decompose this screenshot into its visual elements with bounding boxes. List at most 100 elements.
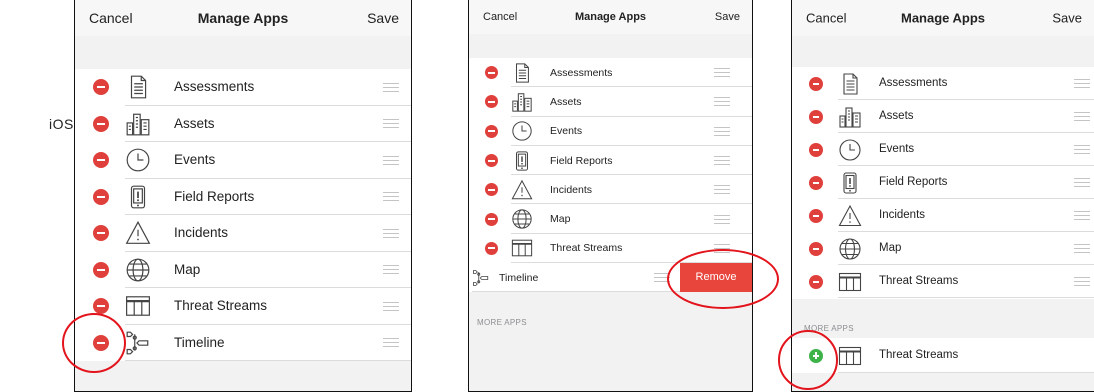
item-label: Timeline — [499, 271, 539, 284]
list-item[interactable]: Assessments — [792, 67, 1094, 100]
more-apps-header: MORE APPS — [477, 318, 527, 327]
globe-icon — [511, 208, 533, 235]
table-icon — [125, 293, 151, 324]
delete-button[interactable] — [93, 261, 109, 278]
reorder-handle-icon[interactable] — [383, 265, 399, 277]
delete-button[interactable] — [485, 154, 498, 168]
reorder-handle-icon[interactable] — [714, 214, 730, 227]
reorder-handle-icon[interactable] — [714, 185, 730, 197]
page-title: Manage Apps — [900, 10, 986, 26]
list-item[interactable]: Incidents — [792, 199, 1094, 232]
reorder-handle-icon[interactable] — [714, 68, 730, 80]
delete-button[interactable] — [809, 208, 823, 223]
reorder-handle-icon[interactable] — [383, 82, 399, 95]
save-button[interactable]: Save — [367, 10, 399, 26]
nav-bar: Cancel Manage Apps Save — [75, 0, 411, 36]
reorder-handle-icon[interactable] — [1074, 178, 1090, 190]
assessment-icon — [838, 72, 862, 101]
reorder-handle-icon[interactable] — [1074, 112, 1090, 124]
item-label: Threat Streams — [174, 298, 268, 314]
delete-button[interactable] — [809, 76, 823, 91]
delete-button[interactable] — [93, 188, 109, 205]
page-title: Manage Apps — [574, 11, 647, 23]
delete-button[interactable] — [485, 66, 498, 80]
list-item[interactable]: Events — [792, 133, 1094, 166]
list-item[interactable]: Events — [75, 142, 411, 179]
list-item[interactable]: Incidents — [469, 175, 752, 205]
item-label: Map — [550, 213, 571, 226]
item-label: Events — [174, 152, 216, 168]
delete-button[interactable] — [809, 274, 823, 289]
list-item[interactable]: Incidents — [75, 215, 411, 252]
reorder-handle-icon[interactable] — [1074, 277, 1090, 289]
delete-button[interactable] — [485, 212, 498, 226]
delete-button[interactable] — [809, 241, 823, 256]
reorder-handle-icon[interactable] — [714, 126, 730, 139]
delete-button[interactable] — [93, 79, 109, 96]
buildings-icon — [125, 111, 151, 142]
reorder-handle-icon[interactable] — [1074, 145, 1090, 157]
delete-button[interactable] — [93, 115, 109, 132]
reorder-handle-icon[interactable] — [714, 156, 730, 168]
item-label: Assessments — [174, 79, 255, 95]
list-item[interactable]: Assessments — [75, 69, 411, 106]
globe-icon — [125, 257, 151, 288]
reorder-handle-icon[interactable] — [1074, 79, 1090, 91]
list-item[interactable]: Threat Streams — [792, 265, 1094, 298]
delete-button[interactable] — [93, 225, 109, 242]
reorder-handle-icon[interactable] — [383, 192, 399, 204]
reorder-handle-icon[interactable] — [383, 338, 399, 350]
highlight-circle — [778, 330, 838, 390]
list-item[interactable]: Assets — [75, 106, 411, 142]
table-icon — [838, 344, 862, 373]
buildings-icon — [511, 91, 533, 118]
save-button[interactable]: Save — [715, 11, 740, 23]
app-list: Assessments Assets Events Field Reports Inci… — [792, 67, 1094, 299]
warning-triangle-icon — [125, 220, 151, 251]
delete-button[interactable] — [485, 95, 498, 109]
item-label: Field Reports — [550, 154, 613, 167]
list-item[interactable]: Threat Streams — [75, 288, 411, 325]
list-item[interactable]: Field Reports — [469, 146, 752, 176]
item-label: Incidents — [174, 225, 229, 241]
delete-button[interactable] — [93, 298, 109, 315]
reorder-handle-icon[interactable] — [383, 301, 399, 314]
list-item[interactable]: Field Reports — [75, 179, 411, 215]
nav-bar: Cancel Manage Apps Save — [469, 0, 752, 34]
field-report-icon — [838, 171, 862, 200]
reorder-handle-icon[interactable] — [383, 119, 399, 131]
list-item[interactable]: Assets — [792, 100, 1094, 133]
save-button[interactable]: Save — [1052, 11, 1082, 26]
delete-button[interactable] — [809, 109, 823, 124]
platform-label: iOS — [49, 116, 74, 132]
item-label: Field Reports — [174, 188, 255, 204]
delete-button[interactable] — [809, 175, 823, 190]
item-label: Assessments — [879, 76, 948, 89]
reorder-handle-icon[interactable] — [383, 155, 399, 168]
warning-triangle-icon — [838, 204, 862, 233]
reorder-handle-icon[interactable] — [1074, 211, 1090, 223]
delete-button[interactable] — [485, 183, 498, 197]
list-item[interactable]: Assets — [469, 87, 752, 118]
phone-panel-3: Cancel Manage Apps Save Assessments Asset… — [791, 0, 1094, 392]
list-item[interactable]: Map — [469, 205, 752, 234]
item-label: Timeline — [174, 334, 225, 350]
delete-button[interactable] — [485, 124, 498, 138]
clock-icon — [838, 138, 862, 167]
delete-button[interactable] — [485, 241, 498, 255]
reorder-handle-icon[interactable] — [1074, 244, 1090, 256]
delete-button[interactable] — [93, 152, 109, 169]
list-item[interactable]: Map — [792, 232, 1094, 265]
list-item[interactable]: Assessments — [469, 58, 752, 88]
item-label: Threat Streams — [879, 274, 959, 287]
list-item[interactable]: Field Reports — [792, 166, 1094, 199]
app-list: Assessments Assets Events Field Reports Inci… — [75, 69, 411, 361]
list-item[interactable]: Events — [469, 117, 752, 146]
item-label: Assets — [879, 109, 914, 122]
reorder-handle-icon[interactable] — [714, 97, 730, 109]
list-item[interactable]: Map — [75, 252, 411, 288]
reorder-handle-icon[interactable] — [383, 228, 399, 241]
item-label: Assets — [550, 95, 582, 108]
delete-button[interactable] — [809, 142, 823, 157]
table-icon — [838, 270, 862, 299]
